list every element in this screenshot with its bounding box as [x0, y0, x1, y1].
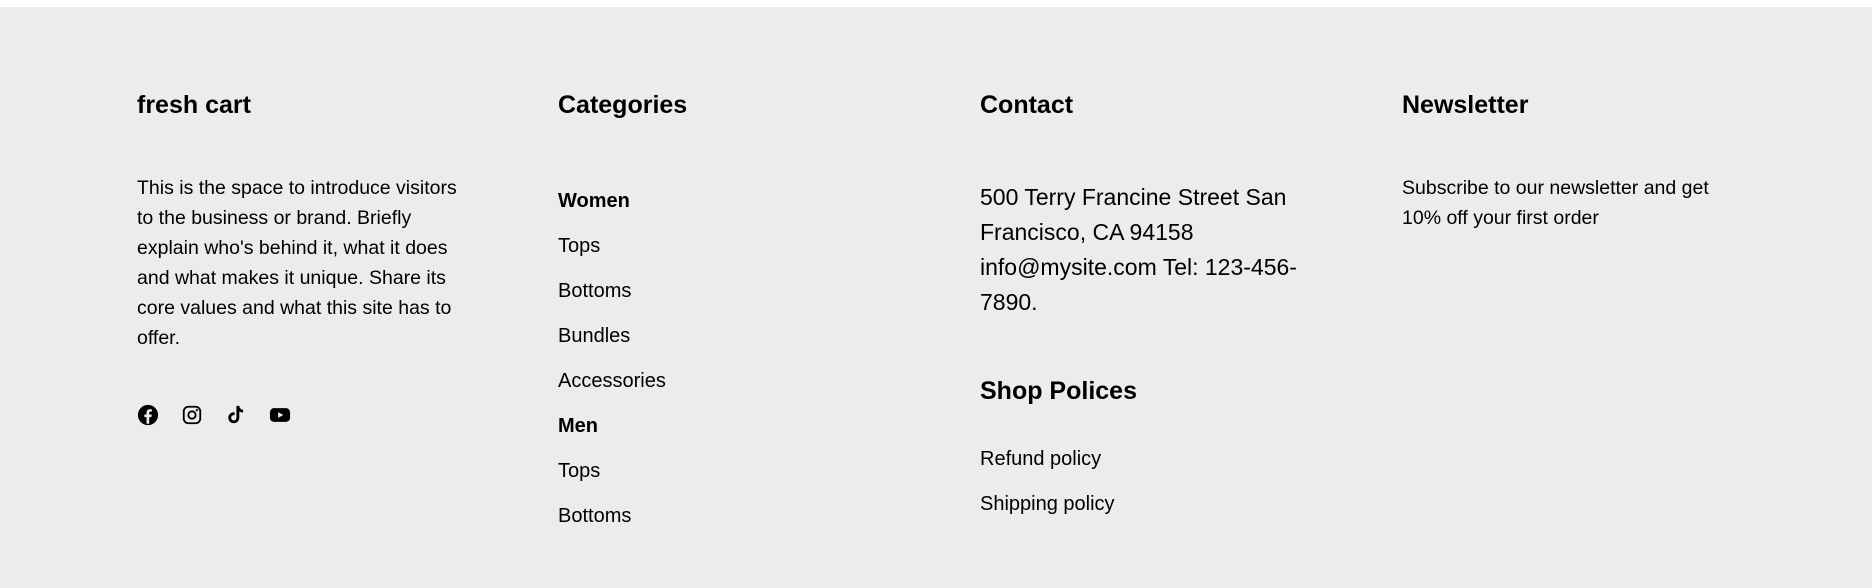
category-link-item: Bottoms [558, 494, 666, 539]
category-group-item: Women [558, 179, 666, 224]
category-link[interactable]: Accessories [558, 370, 666, 392]
category-link[interactable]: Bottoms [558, 505, 631, 527]
newsletter-description: Subscribe to our newsletter and get 10% … [1402, 177, 1709, 229]
facebook-icon[interactable] [137, 404, 159, 426]
category-link-item: Bundles [558, 314, 666, 359]
youtube-icon[interactable] [269, 404, 291, 426]
category-link-item: Tops [558, 449, 666, 494]
instagram-icon[interactable] [181, 404, 203, 426]
category-link[interactable]: Tops [558, 460, 600, 482]
category-group-link[interactable]: Men [558, 415, 598, 437]
policy-link[interactable]: Refund policy [980, 448, 1101, 470]
category-group-link[interactable]: Women [558, 190, 630, 212]
policy-link[interactable]: Shipping policy [980, 493, 1115, 515]
brand-title: fresh cart [137, 91, 251, 119]
category-link-item: Accessories [558, 359, 666, 404]
newsletter-title: Newsletter [1402, 91, 1529, 119]
policy-item: Refund policy [980, 437, 1115, 482]
brand-description: This is the space to introduce visitors … [137, 177, 457, 349]
category-link-item: Bottoms [558, 269, 666, 314]
category-group-item: Men [558, 404, 666, 449]
category-link[interactable]: Bundles [558, 325, 630, 347]
tiktok-icon[interactable] [225, 404, 247, 426]
contact-address: 500 Terry Francine Street San Francisco,… [980, 184, 1297, 315]
category-link[interactable]: Tops [558, 235, 600, 257]
social-links [137, 404, 313, 426]
category-link[interactable]: Bottoms [558, 280, 631, 302]
categories-title: Categories [558, 91, 688, 119]
category-link-item: Tops [558, 224, 666, 269]
site-footer: fresh cart This is the space to introduc… [0, 7, 1872, 588]
categories-list: Women Tops Bottoms Bundles Accessories Men Top… [558, 179, 666, 539]
policy-item: Shipping policy [980, 482, 1115, 527]
policies-list: Refund policy Shipping policy [980, 437, 1115, 527]
contact-title: Contact [980, 91, 1074, 119]
policies-title: Shop Polices [980, 377, 1137, 405]
